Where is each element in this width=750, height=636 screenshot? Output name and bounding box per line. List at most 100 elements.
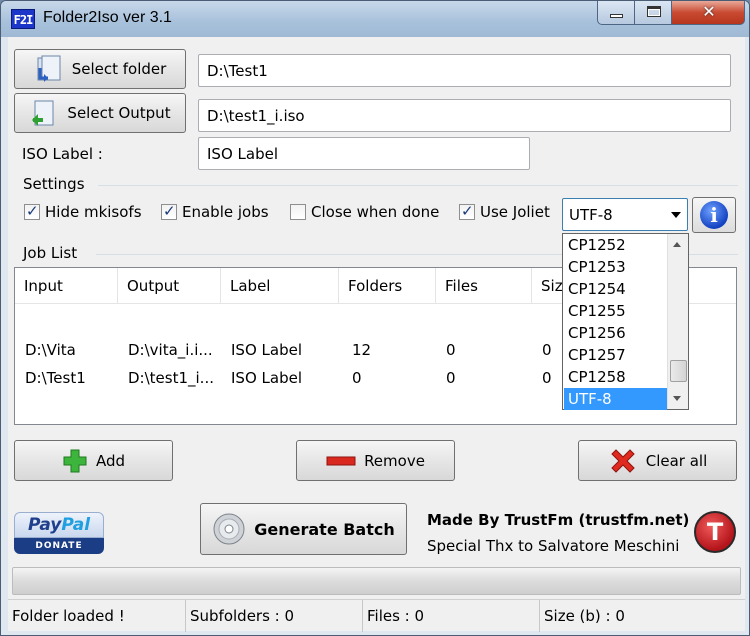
close-icon: ✕ (702, 2, 716, 21)
app-icon: F2I (11, 9, 35, 29)
cell-label: ISO Label (231, 341, 302, 359)
generate-batch-button[interactable]: Generate Batch (200, 503, 407, 555)
made-by-text: Made By TrustFm (trustfm.net) (427, 511, 690, 529)
clear-all-label: Clear all (645, 451, 708, 470)
enable-jobs-box (161, 202, 177, 220)
folder-path-input[interactable]: D:\Test1 (198, 54, 731, 87)
column-header-files[interactable]: Files (436, 268, 532, 304)
cell-files: 0 (446, 341, 456, 359)
encoding-option[interactable]: CP1255 (564, 300, 667, 322)
scroll-up-icon[interactable] (673, 242, 681, 247)
column-header-input[interactable]: Input (15, 268, 118, 304)
close-when-done-box (290, 204, 306, 220)
special-thanks-text: Special Thx to Salvatore Meschini (427, 537, 680, 555)
status-subfolders: Subfolders : 0 (186, 600, 363, 632)
job-list-group-title: Job List (23, 244, 78, 262)
window-title: Folder2Iso ver 3.1 (43, 9, 172, 26)
status-size: Size (b) : 0 (544, 607, 625, 625)
hide-mkisofs-checkbox[interactable]: Hide mkisofs (24, 202, 142, 221)
encoding-option[interactable]: CP1257 (564, 344, 667, 366)
cell-output: D:\test1_i... (128, 369, 214, 387)
donate-label: DONATE (14, 538, 104, 554)
encoding-option[interactable]: CP1253 (564, 256, 667, 278)
maximize-button[interactable] (634, 1, 672, 25)
dropdown-scrollbar[interactable] (667, 234, 688, 409)
select-folder-button[interactable]: Select folder (14, 49, 186, 89)
encoding-option[interactable]: CP1256 (564, 322, 667, 344)
cell-folders: 12 (352, 341, 372, 359)
select-output-button[interactable]: Select Output (14, 93, 186, 133)
column-header-label[interactable]: Label (221, 268, 339, 304)
cell-files: 0 (446, 369, 456, 387)
select-output-label: Select Output (67, 104, 171, 122)
folder-path-value: D:\Test1 (207, 61, 268, 80)
encoding-selected-value: UTF-8 (569, 206, 613, 224)
app-window: F2I Folder2Iso ver 3.1 ✕ Select folder D… (0, 0, 750, 636)
progress-bar (12, 567, 741, 595)
cell-folders: 0 (352, 369, 362, 387)
cell-input: D:\Vita (25, 341, 76, 359)
use-joliet-checkbox[interactable]: Use Joliet (459, 202, 550, 221)
minus-icon (326, 456, 356, 465)
client-area: Select folder D:\Test1 Select Output D:\… (8, 37, 745, 632)
clear-all-button[interactable]: Clear all (578, 440, 737, 481)
info-icon: i (700, 201, 728, 229)
scrollbar-thumb[interactable] (670, 360, 687, 382)
output-path-value: D:\test1_i.iso (207, 106, 305, 125)
close-when-done-label: Close when done (311, 203, 440, 221)
trustfm-logo[interactable]: T (694, 511, 736, 553)
encoding-select[interactable]: UTF-8 (562, 198, 688, 231)
enable-jobs-checkbox[interactable]: Enable jobs (161, 202, 269, 221)
paypal-pal: Pal (61, 515, 91, 535)
title-bar[interactable]: F2I Folder2Iso ver 3.1 ✕ (1, 1, 749, 37)
cell-output: D:\vita_i.i... (128, 341, 213, 359)
add-button[interactable]: Add (14, 440, 173, 481)
enable-jobs-label: Enable jobs (182, 203, 269, 221)
info-button[interactable]: i (692, 197, 736, 233)
iso-label-value: ISO Label (207, 144, 278, 163)
encoding-option-selected[interactable]: UTF-8 (564, 388, 667, 410)
use-joliet-box (459, 202, 475, 220)
folder-icon (37, 55, 61, 82)
status-files: Files : 0 (363, 600, 540, 632)
iso-label-input[interactable]: ISO Label (198, 137, 530, 170)
encoding-option[interactable]: CP1252 (564, 234, 667, 256)
paypal-pay: Pay (27, 515, 62, 535)
paypal-donate-button[interactable]: PayPal DONATE (14, 512, 104, 554)
disc-icon (213, 513, 245, 545)
minimize-button[interactable] (597, 1, 635, 25)
use-joliet-label: Use Joliet (480, 203, 550, 221)
column-header-folders[interactable]: Folders (339, 268, 436, 304)
generate-batch-label: Generate Batch (254, 519, 395, 539)
cell-label: ISO Label (231, 369, 302, 387)
output-path-input[interactable]: D:\test1_i.iso (198, 99, 731, 132)
hide-mkisofs-label: Hide mkisofs (45, 203, 142, 221)
close-when-done-checkbox[interactable]: Close when done (290, 203, 439, 221)
maximize-icon (647, 6, 661, 17)
cell-input: D:\Test1 (25, 369, 86, 387)
cell-size: 0 (542, 341, 552, 359)
plus-icon (63, 449, 87, 472)
scroll-down-icon[interactable] (673, 396, 681, 401)
add-label: Add (95, 451, 126, 470)
encoding-option[interactable]: CP1254 (564, 278, 667, 300)
hide-mkisofs-box (24, 202, 40, 220)
remove-button[interactable]: Remove (296, 440, 455, 481)
column-header-output[interactable]: Output (118, 268, 221, 304)
red-x-icon (611, 448, 635, 473)
cell-size: 0 (542, 369, 552, 387)
status-bar: Folder loaded ! Subfolders : 0 Files : 0… (8, 599, 745, 632)
close-button[interactable]: ✕ (671, 1, 745, 25)
status-message: Folder loaded ! (8, 600, 186, 632)
paypal-logo: PayPal (14, 512, 104, 538)
iso-label-caption: ISO Label : (22, 145, 103, 163)
encoding-dropdown-list[interactable]: CP1252 CP1253 CP1254 CP1255 CP1256 CP125… (562, 233, 689, 410)
encoding-option[interactable]: CP1258 (564, 366, 667, 388)
chevron-down-icon (671, 212, 681, 218)
output-icon (32, 100, 54, 126)
remove-label: Remove (364, 451, 425, 470)
settings-group-title: Settings (23, 175, 85, 193)
settings-divider (98, 185, 738, 186)
select-folder-label: Select folder (71, 60, 167, 78)
minimize-icon (610, 14, 623, 18)
